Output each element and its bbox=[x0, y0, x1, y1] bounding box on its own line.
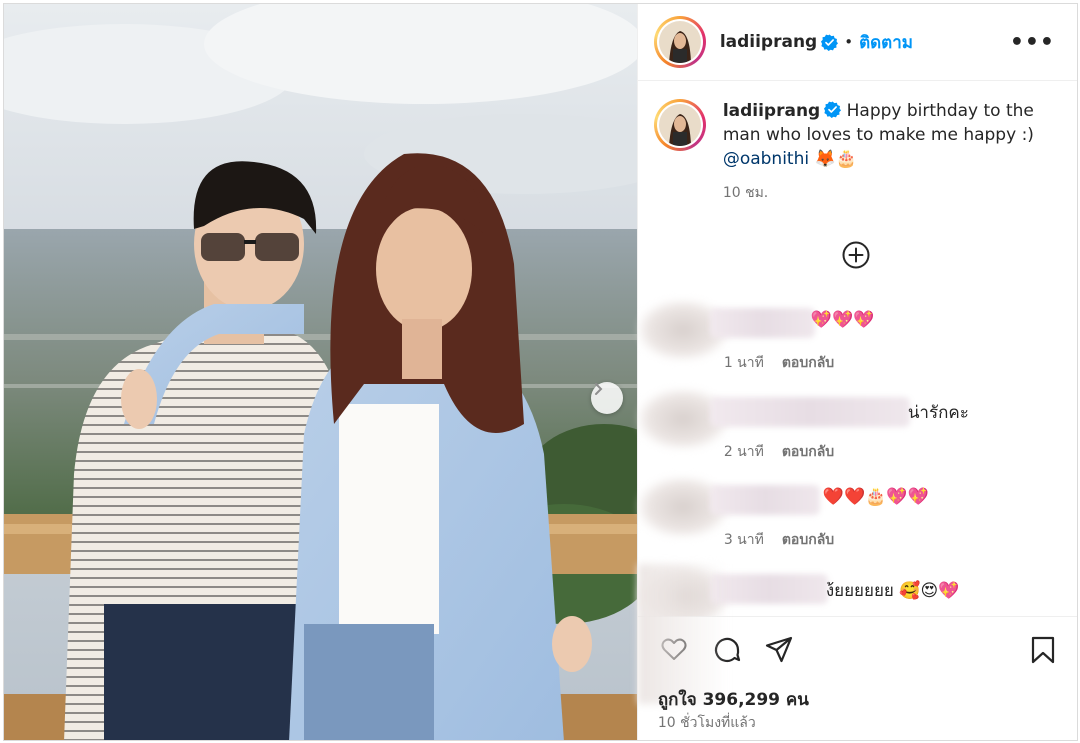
caption-avatar[interactable] bbox=[653, 99, 706, 151]
reply-button[interactable]: ตอบกลับ bbox=[782, 355, 834, 371]
comment-username-blurred bbox=[709, 397, 910, 427]
post-side-panel: ladiiprang • ติดตาม ••• ladiiprang Happy… bbox=[636, 4, 1077, 740]
post-time[interactable]: 10 ชั่วโมงที่แล้ว bbox=[658, 712, 756, 734]
post-caption: ladiiprang Happy birthday to the man who… bbox=[653, 99, 1064, 205]
comment-time: 2 นาที bbox=[723, 444, 764, 460]
header-username[interactable]: ladiiprang bbox=[720, 32, 817, 52]
blur-overlay bbox=[637, 564, 728, 704]
caption-body: ladiiprang Happy birthday to the man who… bbox=[723, 99, 1064, 205]
photo-illustration bbox=[4, 4, 637, 740]
follow-button[interactable]: ติดตาม bbox=[859, 29, 913, 56]
profile-avatar[interactable] bbox=[653, 16, 706, 68]
comment-meta: 1 นาที ตอบกลับ bbox=[724, 352, 834, 374]
instagram-post: ladiiprang • ติดตาม ••• ladiiprang Happy… bbox=[3, 3, 1078, 741]
header-identity: ladiiprang • ติดตาม bbox=[720, 29, 913, 56]
caption-time: 10 ชม. bbox=[722, 185, 769, 201]
comment-text: ❤️❤️🎂💖💖 bbox=[822, 487, 929, 507]
comment-text: 💖💖💖 bbox=[810, 310, 875, 330]
avatar-image bbox=[658, 21, 701, 63]
reply-button[interactable]: ตอบกลับ bbox=[782, 444, 834, 460]
like-count[interactable]: ถูกใจ 396,299 คน bbox=[658, 686, 809, 713]
post-photo[interactable] bbox=[4, 4, 637, 740]
comment-time: 3 นาที bbox=[723, 532, 764, 548]
avatar-image bbox=[658, 104, 701, 146]
comment-username-blurred bbox=[709, 308, 815, 338]
chevron-right-icon bbox=[595, 383, 603, 395]
caption-mention[interactable]: @oabnithi bbox=[723, 149, 809, 169]
caption-username[interactable]: ladiiprang bbox=[723, 101, 820, 121]
comment-time: 1 นาที bbox=[723, 355, 764, 371]
bookmark-icon[interactable] bbox=[1030, 635, 1056, 665]
caption-text-block: ladiiprang Happy birthday to the man who… bbox=[723, 99, 1064, 171]
reply-button[interactable]: ตอบกลับ bbox=[782, 532, 834, 548]
comment-meta: 3 นาที ตอบกลับ bbox=[724, 529, 834, 551]
header-separator: • bbox=[844, 33, 854, 51]
verified-badge-icon bbox=[821, 33, 839, 51]
more-options-icon[interactable]: ••• bbox=[1010, 30, 1055, 55]
comment-text: ง้ยยยยยย 🥰😍💖 bbox=[825, 581, 960, 601]
comment-meta: 2 นาที ตอบกลับ bbox=[724, 441, 834, 463]
comment-username-blurred bbox=[709, 485, 820, 515]
caption-emojis: 🦊🎂 bbox=[814, 149, 857, 169]
comment-text: น่ารักคะ bbox=[907, 403, 969, 423]
plus-circle-icon[interactable] bbox=[841, 240, 871, 270]
verified-badge-icon bbox=[824, 101, 842, 118]
post-header: ladiiprang • ติดตาม ••• bbox=[637, 4, 1077, 81]
next-photo-button[interactable] bbox=[591, 382, 623, 414]
share-icon[interactable] bbox=[764, 635, 794, 665]
